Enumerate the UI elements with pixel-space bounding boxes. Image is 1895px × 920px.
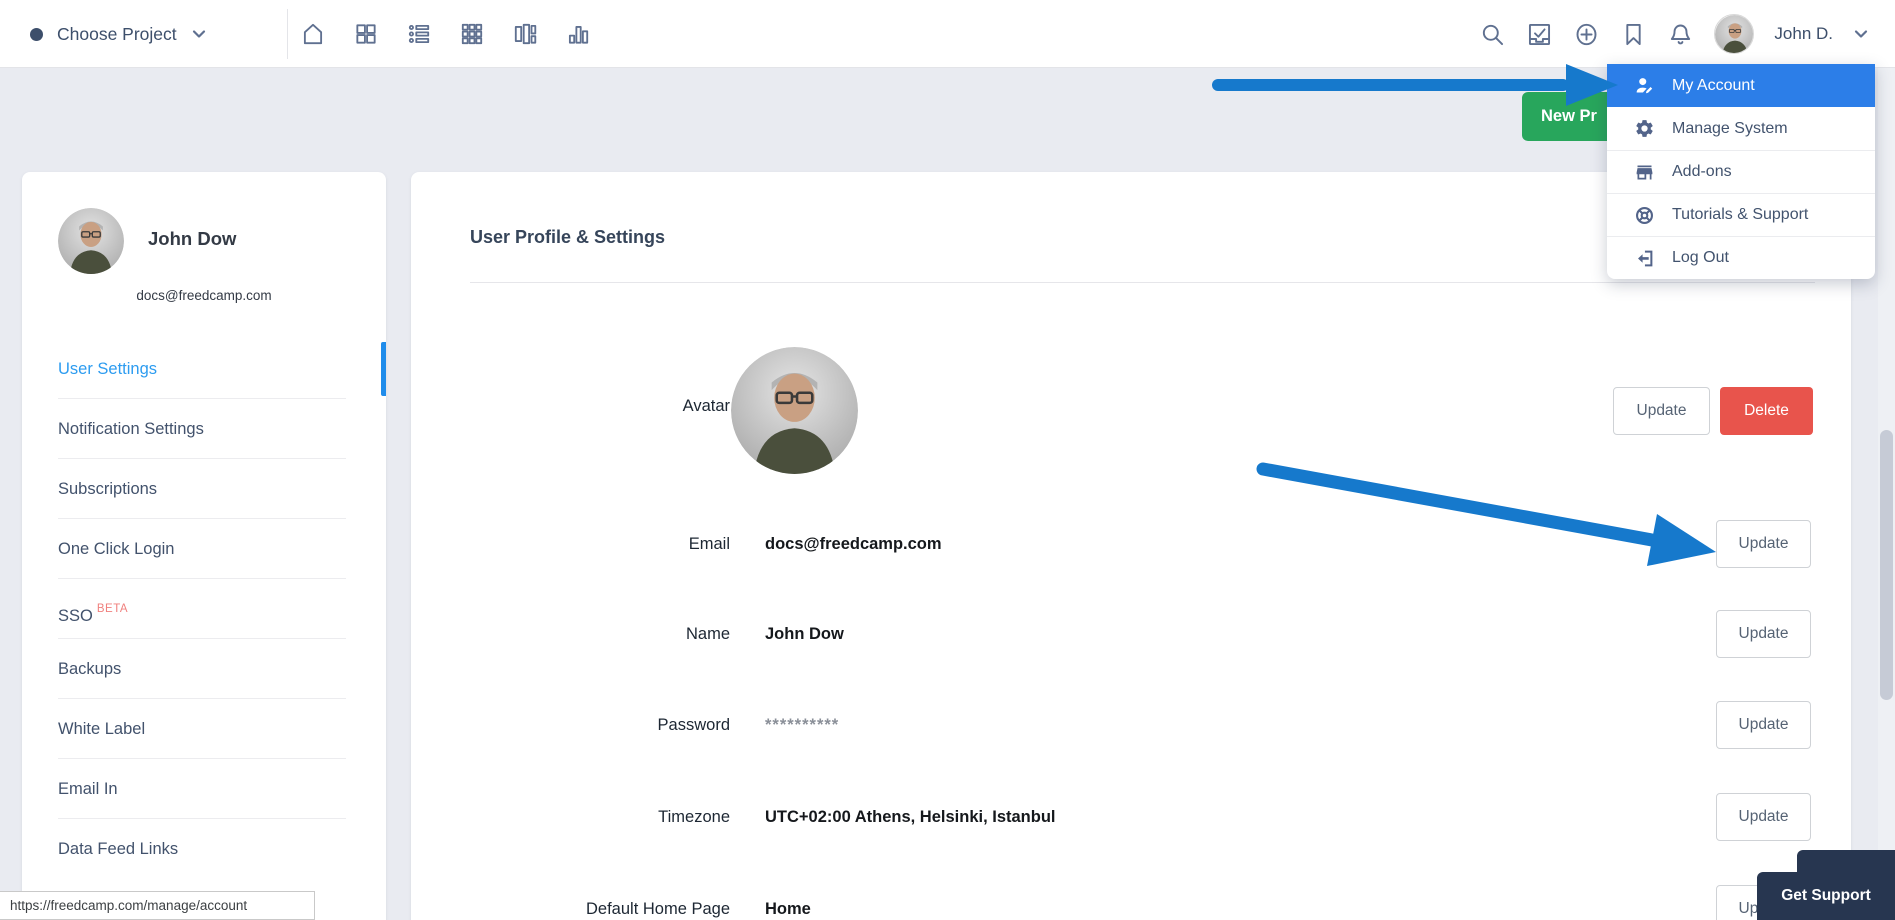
row-value: UTC+02:00 Athens, Helsinki, Istanbul	[765, 793, 1056, 841]
password-update-button[interactable]: Update	[1716, 701, 1811, 749]
user-name[interactable]: John D.	[1774, 24, 1833, 44]
sidebar-item-data-feed-links[interactable]: Data Feed Links	[22, 819, 386, 879]
row-value: John Dow	[765, 610, 844, 658]
sidebar-item-email-in[interactable]: Email In	[22, 759, 386, 819]
sidebar-item-label: Backups	[58, 660, 121, 678]
reports-chart-icon[interactable]	[565, 21, 591, 47]
scrollbar-track[interactable]	[1878, 68, 1895, 920]
avatar-update-button[interactable]: Update	[1613, 387, 1710, 435]
sidebar-item-label: Email In	[58, 780, 118, 798]
top-navbar: Choose Project John D.	[0, 0, 1895, 68]
row-value: **********	[765, 701, 839, 749]
gear-icon	[1634, 118, 1655, 139]
status-url-tooltip: https://freedcamp.com/manage/account	[0, 891, 315, 920]
sidebar-item-notification-settings[interactable]: Notification Settings	[22, 399, 386, 459]
navbar-divider	[287, 9, 288, 59]
menu-item-tutorials-support[interactable]: Tutorials & Support	[1607, 193, 1875, 236]
sidebar-item-white-label[interactable]: White Label	[22, 699, 386, 759]
profile-row-password: Password ********** Update	[411, 701, 1851, 749]
sidebar-item-label: One Click Login	[58, 540, 174, 558]
avatar-delete-button[interactable]: Delete	[1720, 387, 1813, 435]
sidebar-avatar	[58, 208, 124, 274]
dashboard-icon[interactable]	[353, 21, 379, 47]
sidebar-user-name: John Dow	[148, 228, 236, 250]
name-update-button[interactable]: Update	[1716, 610, 1811, 658]
chevron-down-icon	[191, 26, 207, 42]
bell-icon[interactable]	[1667, 21, 1694, 48]
sidebar-item-label: User Settings	[58, 360, 157, 378]
sidebar-item-backups[interactable]: Backups	[22, 639, 386, 699]
avatar-photo-icon	[731, 347, 858, 474]
sidebar-menu: User Settings Notification Settings Subs…	[22, 339, 386, 879]
user-avatar[interactable]	[1714, 14, 1754, 54]
avatar-photo-icon	[58, 208, 124, 274]
timezone-update-button[interactable]: Update	[1716, 793, 1811, 841]
sidebar-user-email: docs@freedcamp.com	[22, 288, 386, 303]
menu-item-label: Log Out	[1672, 249, 1729, 267]
active-indicator	[381, 342, 386, 396]
row-label: Timezone	[411, 793, 730, 841]
sidebar-item-label: White Label	[58, 720, 145, 738]
sidebar-item-label: SSO	[58, 607, 93, 625]
menu-item-label: Tutorials & Support	[1672, 206, 1808, 224]
row-label: Default Home Page	[411, 885, 730, 920]
navbar-view-icons	[300, 0, 591, 68]
project-bullet-icon	[30, 28, 43, 41]
sidebar-item-label: Notification Settings	[58, 420, 204, 438]
title-divider	[470, 282, 1815, 283]
page: Choose Project John D. New Pr	[0, 0, 1895, 920]
profile-row-timezone: Timezone UTC+02:00 Athens, Helsinki, Ist…	[411, 793, 1851, 841]
row-value: Home	[765, 885, 811, 920]
row-label: Name	[411, 610, 730, 658]
help-ring-icon	[1634, 205, 1655, 226]
menu-item-log-out[interactable]: Log Out	[1607, 236, 1875, 279]
menu-item-add-ons[interactable]: Add-ons	[1607, 150, 1875, 193]
page-title: User Profile & Settings	[470, 227, 665, 248]
email-update-button[interactable]: Update	[1716, 520, 1811, 568]
sidebar-item-subscriptions[interactable]: Subscriptions	[22, 459, 386, 519]
add-circle-icon[interactable]	[1573, 21, 1600, 48]
avatar-row-label: Avatar	[411, 397, 730, 416]
bookmark-icon[interactable]	[1620, 21, 1647, 48]
tasks-list-icon[interactable]	[406, 21, 432, 47]
beta-badge: BETA	[97, 603, 128, 615]
profile-row-name: Name John Dow Update	[411, 610, 1851, 658]
row-label: Email	[411, 520, 730, 568]
chevron-down-icon[interactable]	[1853, 26, 1869, 42]
home-icon[interactable]	[300, 21, 326, 47]
row-label: Password	[411, 701, 730, 749]
logout-icon	[1634, 248, 1655, 269]
store-icon	[1634, 162, 1655, 183]
menu-item-my-account[interactable]: My Account	[1607, 64, 1875, 107]
project-selector[interactable]: Choose Project	[22, 0, 207, 68]
search-icon[interactable]	[1479, 21, 1506, 48]
menu-item-label: Manage System	[1672, 120, 1788, 138]
boards-icon[interactable]	[512, 21, 538, 47]
menu-item-label: My Account	[1672, 77, 1755, 95]
apps-grid-icon[interactable]	[459, 21, 485, 47]
navbar-right-cluster: John D.	[1479, 0, 1869, 68]
profile-row-email: Email docs@freedcamp.com Update	[411, 520, 1851, 568]
todo-check-icon[interactable]	[1526, 21, 1553, 48]
avatar-photo-icon	[1715, 15, 1754, 54]
profile-avatar-image	[731, 347, 858, 474]
sidebar-item-sso[interactable]: SSO BETA	[22, 579, 386, 639]
settings-sidebar: John Dow docs@freedcamp.com User Setting…	[22, 172, 386, 920]
project-selector-label: Choose Project	[57, 24, 177, 45]
sidebar-item-user-settings[interactable]: User Settings	[22, 339, 386, 399]
sidebar-item-label: Subscriptions	[58, 480, 157, 498]
user-edit-icon	[1634, 75, 1655, 96]
row-value: docs@freedcamp.com	[765, 520, 942, 568]
scrollbar-thumb[interactable]	[1880, 430, 1893, 700]
profile-row-default-home-page: Default Home Page Home Update	[411, 885, 1851, 920]
menu-item-label: Add-ons	[1672, 163, 1732, 181]
user-dropdown-menu: My Account Manage System Add-ons Tutoria…	[1607, 64, 1875, 279]
new-project-button[interactable]: New Pr	[1522, 92, 1610, 141]
menu-item-manage-system[interactable]: Manage System	[1607, 107, 1875, 150]
sidebar-item-one-click-login[interactable]: One Click Login	[22, 519, 386, 579]
get-support-button[interactable]: Get Support	[1757, 872, 1895, 920]
sidebar-item-label: Data Feed Links	[58, 840, 178, 858]
